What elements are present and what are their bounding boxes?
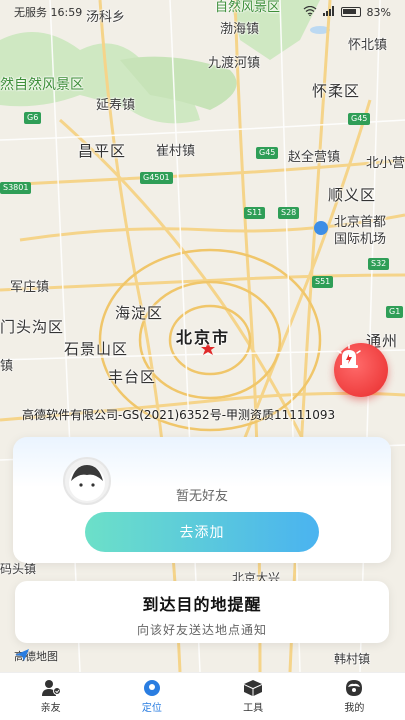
map-label-beixiaoying: 北小营 [366, 156, 405, 171]
map-label-junzhuang: 军庄镇 [10, 280, 50, 295]
friend-card: 暂无好友 去添加 [13, 437, 391, 563]
map-view[interactable]: 自然风景区 汤科乡 渤海镇 怀北镇 然自然风景区 九渡河镇 怀柔区 延寿镇 昌平… [0, 0, 405, 672]
map-label-town-left: 镇 [0, 359, 14, 374]
map-label-huaibei: 怀北镇 [348, 38, 388, 53]
add-friend-button[interactable]: 去添加 [85, 512, 319, 552]
sos-alarm-button[interactable] [334, 343, 388, 397]
map-label-haidian: 海淀区 [115, 304, 164, 322]
road-badge-s32: S32 [368, 258, 390, 270]
status-carrier-time: 无服务 16:59 [14, 6, 83, 19]
road-badge-s3801: S3801 [0, 182, 32, 194]
bottom-tab-bar: 亲友 定位 工具 我的 [0, 672, 405, 720]
road-badge-g1: G1 [386, 306, 404, 318]
map-label-airport: 北京首都 国际机场 [334, 215, 387, 247]
status-bar: 无服务 16:59 83% [0, 0, 405, 24]
family-icon [41, 680, 61, 696]
map-label-zhaoquanying: 赵全营镇 [288, 150, 341, 165]
arrival-reminder-title: 到达目的地提醒 [142, 595, 262, 614]
location-icon [143, 680, 160, 696]
map-label-mentougou: 门头沟区 [0, 318, 65, 336]
map-label-cuicun: 崔村镇 [156, 144, 196, 159]
siren-icon [337, 344, 361, 368]
map-label-fengtai: 丰台区 [108, 368, 157, 386]
tab-profile[interactable]: 我的 [304, 673, 405, 720]
map-label-changping: 昌平区 [78, 142, 127, 160]
amap-logo: 高德地图 [14, 648, 58, 664]
map-copyright: 高德软件有限公司-GS(2021)6352号-甲测资质11111093 [22, 408, 336, 422]
tab-tools[interactable]: 工具 [203, 673, 304, 720]
road-badge-g45a: G45 [256, 147, 279, 159]
map-label-shunyi: 顺义区 [328, 186, 377, 204]
road-badge-g6: G6 [24, 112, 42, 124]
map-label-jiuduhe: 九渡河镇 [208, 56, 261, 71]
road-badge-s51: S51 [312, 276, 334, 288]
map-label-nature-reserve-left: 然自然风景区 [0, 77, 84, 93]
tab-location[interactable]: 定位 [101, 673, 202, 720]
map-label-shijingshan: 石景山区 [64, 340, 129, 358]
road-badge-s11: S11 [244, 207, 266, 219]
battery-icon [340, 7, 361, 17]
tab-family[interactable]: 亲友 [0, 673, 101, 720]
road-badge-g45b: G45 [348, 113, 371, 125]
signal-icon [322, 5, 335, 19]
map-label-yanshou: 延寿镇 [96, 98, 136, 113]
map-label-hancun: 韩村镇 [334, 652, 371, 666]
tab-family-label: 亲友 [40, 703, 61, 714]
map-label-beijing-city: 北京市 [176, 328, 231, 347]
no-friend-text: 暂无好友 [175, 489, 228, 504]
road-badge-s28: S28 [278, 207, 300, 219]
toolbox-icon [244, 680, 263, 696]
road-badge-g4501: G4501 [140, 172, 173, 184]
map-label-huairou: 怀柔区 [312, 82, 361, 100]
tab-tools-label: 工具 [243, 703, 264, 714]
tab-location-label: 定位 [141, 703, 162, 714]
wifi-icon [303, 5, 317, 19]
profile-icon [346, 680, 363, 696]
navigation-arrow-icon [15, 649, 29, 661]
tab-profile-label: 我的 [344, 703, 365, 714]
arrival-reminder-subtitle: 向该好友送达地点通知 [136, 623, 267, 637]
battery-percent: 83% [366, 5, 391, 19]
arrival-reminder-card[interactable]: 到达目的地提醒 向该好友送达地点通知 [15, 581, 389, 643]
